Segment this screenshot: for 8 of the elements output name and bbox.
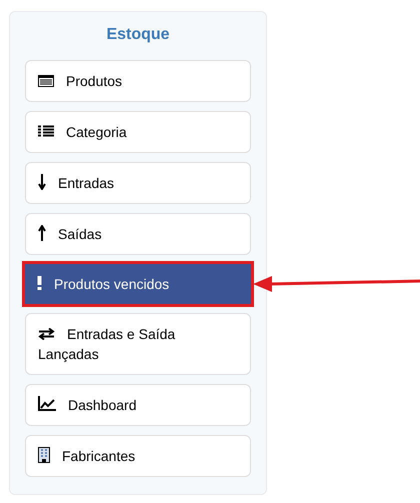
sidebar-item[interactable]: Fabricantes	[25, 435, 251, 477]
sidebar-item[interactable]: Saídas	[25, 213, 251, 255]
sidebar-item[interactable]: Categoria	[25, 111, 251, 153]
sidebar-item[interactable]: Entradas	[25, 162, 251, 204]
sidebar-title: Estoque	[105, 25, 171, 45]
sidebar-item[interactable]: Entradas e Saída Lançadas	[25, 313, 251, 375]
sidebar-item[interactable]: Produtos	[25, 60, 251, 102]
sidebar-item[interactable]: Dashboard	[25, 384, 251, 426]
